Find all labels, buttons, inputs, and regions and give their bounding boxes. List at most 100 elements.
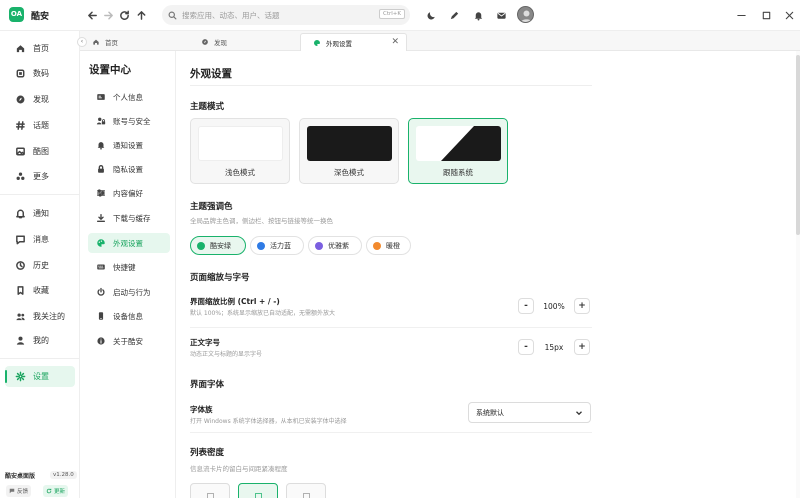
scrollbar-thumb[interactable] bbox=[796, 55, 800, 235]
font-family-select[interactable]: 系统默认 bbox=[468, 402, 591, 423]
sidebar-item-label: 酷图 bbox=[33, 147, 49, 156]
notifications-button[interactable] bbox=[471, 8, 485, 22]
messages-button[interactable] bbox=[494, 8, 508, 22]
palette-icon bbox=[313, 39, 320, 46]
settings-item-privacy[interactable]: 隐私设置 bbox=[88, 159, 170, 179]
sidebar-item-messages[interactable]: 消息 bbox=[5, 229, 75, 250]
settings-item-startup[interactable]: 启动与行为 bbox=[88, 282, 170, 302]
sidebar-item-label: 首页 bbox=[33, 44, 49, 53]
settings-item-shortcuts[interactable]: 快捷键 bbox=[88, 257, 170, 277]
sidebar-item-digital[interactable]: 数码 bbox=[5, 63, 75, 84]
sidebar-item-label: 发现 bbox=[33, 95, 49, 104]
settings-item-content-preferences[interactable]: 内容偏好 bbox=[88, 183, 170, 203]
home-icon bbox=[93, 39, 99, 45]
content-scrollbar[interactable] bbox=[796, 51, 800, 498]
theme-mode-title: 主题模式 bbox=[190, 102, 225, 112]
moon-icon bbox=[427, 11, 435, 19]
accent-color-desc: 全局品牌主色调，侧边栏、按钮与链接等统一换色 bbox=[190, 217, 333, 225]
color-dot bbox=[373, 241, 381, 250]
appearance-settings-panel: 外观设置 主题模式 浅色模式 深色模式 跟随系统 主题强调色 全局品牌主色调，侧… bbox=[176, 51, 792, 498]
settings-item-about[interactable]: 关于酷安 bbox=[88, 331, 170, 351]
message-icon bbox=[16, 235, 25, 245]
sidebar-item-label: 话题 bbox=[33, 121, 49, 130]
tab-label: 外观设置 bbox=[326, 39, 352, 48]
settings-item-download-cache[interactable]: 下载与缓存 bbox=[88, 208, 170, 228]
refresh-button[interactable] bbox=[117, 8, 131, 22]
sidebar-item-more[interactable]: 更多 bbox=[5, 166, 75, 187]
settings-item-appearance[interactable]: 外观设置 bbox=[88, 233, 170, 253]
settings-item-profile[interactable]: 个人信息 bbox=[88, 87, 170, 107]
density-option-loose[interactable] bbox=[286, 483, 326, 498]
density-option-standard[interactable] bbox=[238, 483, 278, 498]
collapse-sidebar-button[interactable]: ‹ bbox=[77, 37, 87, 47]
settings-item-label: 账号与安全 bbox=[113, 116, 151, 126]
zoom-decrease-button[interactable]: - bbox=[518, 298, 534, 314]
minimize-button[interactable] bbox=[734, 8, 748, 22]
sidebar-item-label: 我的 bbox=[33, 336, 49, 345]
accent-chip-purple[interactable]: 优雅紫 bbox=[308, 236, 362, 255]
write-post-button[interactable] bbox=[447, 8, 461, 22]
tab-bar: 首页 发现 外观设置 ✕ bbox=[80, 31, 800, 51]
accent-chip-green[interactable]: 酷安绿 bbox=[190, 236, 246, 255]
maximize-button[interactable] bbox=[759, 8, 773, 22]
forward-button[interactable] bbox=[101, 8, 115, 22]
color-dot bbox=[197, 241, 205, 250]
tab-home[interactable]: 首页 bbox=[80, 33, 185, 51]
font-size-decrease-button[interactable]: - bbox=[518, 339, 534, 355]
compass-icon bbox=[16, 95, 25, 104]
sidebar-item-me[interactable]: 我的 bbox=[5, 330, 75, 351]
avatar-icon bbox=[521, 10, 532, 22]
settings-item-notifications[interactable]: 通知设置 bbox=[88, 135, 170, 155]
sidebar-item-home[interactable]: 首页 bbox=[5, 38, 75, 59]
search-input[interactable] bbox=[182, 10, 372, 20]
sidebar-item-notifications[interactable]: 通知 bbox=[5, 203, 75, 224]
sidebar-item-history[interactable]: 历史 bbox=[5, 255, 75, 276]
font-size-increase-button[interactable]: + bbox=[574, 339, 590, 355]
sidebar-item-following[interactable]: 我关注的 bbox=[5, 306, 75, 327]
sidebar-item-label: 收藏 bbox=[33, 286, 49, 295]
accent-chip-blue[interactable]: 活力蓝 bbox=[250, 236, 304, 255]
tab-label: 首页 bbox=[105, 39, 118, 47]
sidebar-item-label: 通知 bbox=[33, 209, 49, 218]
feedback-button[interactable]: 反馈 bbox=[6, 485, 32, 497]
zoom-increase-button[interactable]: + bbox=[574, 298, 590, 314]
arrow-left-icon bbox=[87, 11, 97, 19]
zoom-desc: 默认 100%；系统显示缩放已自动适配，无需额外放大 bbox=[190, 310, 336, 317]
settings-icon bbox=[15, 371, 26, 382]
accent-chip-orange[interactable]: 暖橙 bbox=[366, 236, 411, 255]
theme-card-dark[interactable]: 深色模式 bbox=[299, 118, 399, 184]
settings-item-account-security[interactable]: 账号与安全 bbox=[88, 111, 170, 131]
tab-close-icon[interactable]: ✕ bbox=[391, 38, 399, 47]
sidebar-item-discover[interactable]: 发现 bbox=[5, 89, 75, 110]
tab-appearance[interactable]: 外观设置 ✕ bbox=[300, 33, 407, 51]
id-card-icon bbox=[97, 94, 105, 100]
settings-item-label: 快捷键 bbox=[113, 262, 136, 272]
close-window-button[interactable] bbox=[782, 8, 796, 22]
sidebar-item-pictures[interactable]: 酷图 bbox=[5, 141, 75, 162]
density-option-compact[interactable] bbox=[190, 483, 230, 498]
sidebar-divider bbox=[0, 358, 80, 359]
theme-card-label: 浅色模式 bbox=[225, 168, 255, 177]
tab-discover[interactable]: 发现 bbox=[189, 33, 299, 51]
row-divider bbox=[190, 432, 592, 433]
theme-card-system[interactable]: 跟随系统 bbox=[408, 118, 508, 184]
user-avatar[interactable] bbox=[517, 6, 534, 23]
bell-icon bbox=[474, 11, 482, 21]
settings-item-device-info[interactable]: 设备信息 bbox=[88, 306, 170, 326]
sidebar-item-favorites[interactable]: 收藏 bbox=[5, 280, 75, 301]
settings-item-label: 设备信息 bbox=[113, 311, 143, 321]
up-button[interactable] bbox=[134, 8, 148, 22]
sidebar-item-label: 消息 bbox=[33, 235, 49, 244]
sidebar-item-settings[interactable]: 设置 bbox=[5, 366, 75, 387]
zoom-section-title: 页面缩放与字号 bbox=[190, 273, 250, 283]
accent-chip-label: 活力蓝 bbox=[270, 241, 291, 250]
theme-card-light[interactable]: 浅色模式 bbox=[190, 118, 290, 184]
update-button[interactable]: 更新 bbox=[43, 485, 69, 497]
power-icon bbox=[97, 287, 105, 296]
search-bar[interactable]: Ctrl+K bbox=[162, 5, 410, 25]
settings-item-label: 关于酷安 bbox=[113, 336, 143, 346]
sidebar-item-topics[interactable]: 话题 bbox=[5, 115, 75, 136]
app-logo: OA bbox=[9, 7, 24, 22]
theme-toggle-button[interactable] bbox=[424, 8, 438, 22]
back-button[interactable] bbox=[85, 8, 99, 22]
